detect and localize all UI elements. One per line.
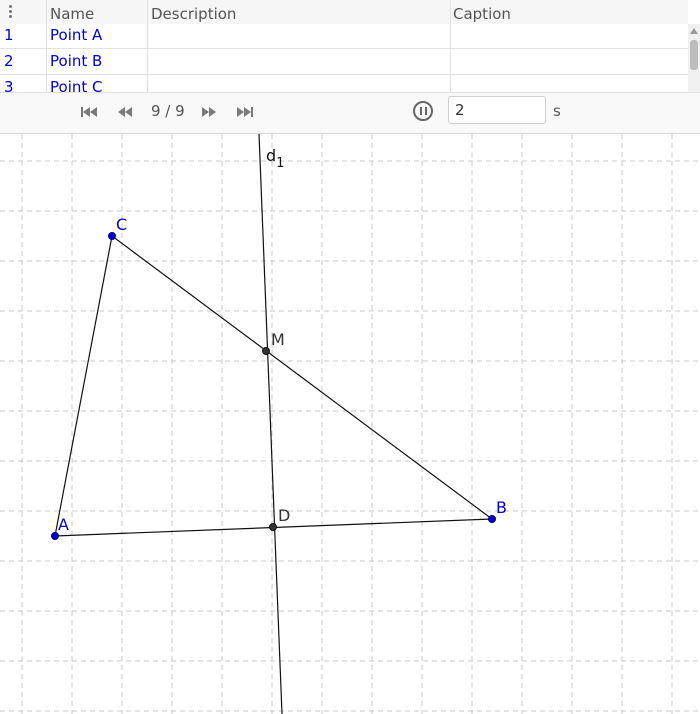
protocol-header: Name Description Caption [0, 0, 688, 24]
segment-cb[interactable] [111, 235, 493, 520]
navigation-bar: 9 / 9 s [0, 92, 700, 134]
grid [0, 134, 700, 714]
pause-icon[interactable] [413, 101, 433, 121]
protocol-scrollbar[interactable] [688, 24, 700, 92]
step-counter: 9 / 9 [151, 102, 185, 120]
speed-unit: s [553, 102, 561, 120]
point-c[interactable] [108, 232, 116, 240]
row-number: 1 [4, 26, 14, 44]
next-step-icon[interactable] [199, 103, 219, 121]
point-m-label: M [271, 330, 285, 349]
column-header-description[interactable]: Description [151, 0, 236, 24]
row-name[interactable]: Point C [50, 74, 103, 92]
row-number: 2 [4, 52, 14, 70]
column-header-name[interactable]: Name [50, 0, 94, 24]
first-step-icon[interactable] [79, 103, 99, 121]
point-d-label: D [278, 506, 290, 525]
line-d1-label-subscript: 1 [276, 156, 284, 171]
animation-speed-input[interactable] [448, 96, 546, 124]
protocol-row[interactable]: 3 Point C [0, 74, 688, 92]
column-header-caption[interactable]: Caption [453, 0, 511, 24]
point-d[interactable] [269, 523, 277, 531]
scroll-thumb[interactable] [690, 40, 698, 70]
point-b-label: B [496, 498, 507, 517]
scroll-up-arrow-icon[interactable] [690, 28, 698, 34]
protocol-row[interactable]: 2 Point B [0, 48, 688, 75]
line-d1-label-main: d [266, 146, 276, 165]
point-m[interactable] [262, 347, 270, 355]
point-c-label: C [116, 215, 127, 234]
row-name[interactable]: Point B [50, 48, 102, 74]
protocol-row[interactable]: 1 Point A [0, 22, 688, 49]
protocol-menu-icon[interactable] [9, 5, 13, 21]
segment-ac[interactable] [54, 235, 113, 537]
previous-step-icon[interactable] [115, 103, 135, 121]
row-number: 3 [4, 78, 14, 92]
graphics-view[interactable]: A B C M D d1 [0, 134, 700, 714]
construction-protocol: Name Description Caption 1 Point A 2 Poi… [0, 0, 700, 92]
line-d1[interactable] [258, 134, 283, 714]
line-d1-label: d1 [266, 146, 284, 171]
point-a-label: A [58, 515, 69, 534]
last-step-icon[interactable] [235, 103, 255, 121]
row-name[interactable]: Point A [50, 22, 102, 48]
point-b[interactable] [488, 515, 496, 523]
